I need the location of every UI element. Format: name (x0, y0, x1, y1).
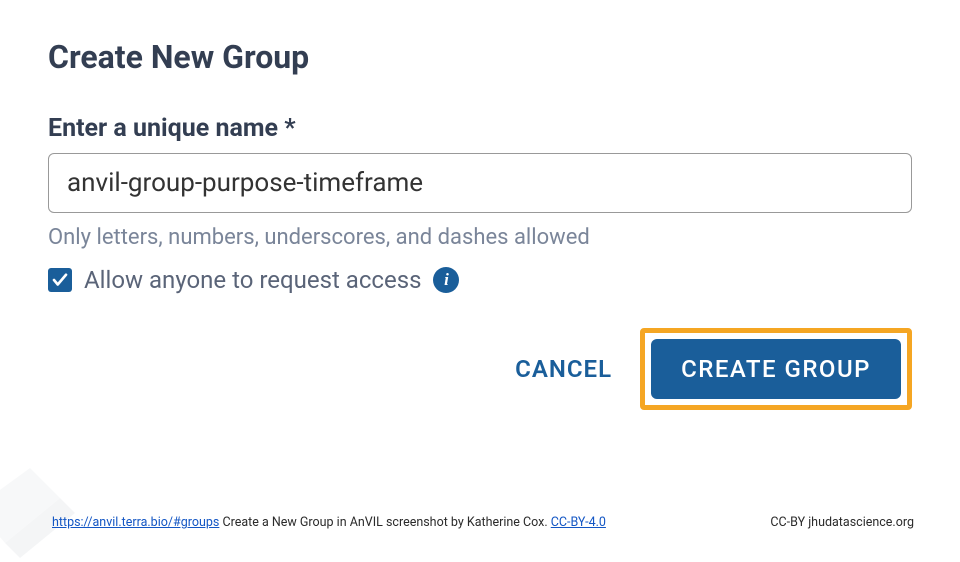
allow-request-access-row: Allow anyone to request access i (48, 266, 912, 294)
attribution-left: https://anvil.terra.bio/#groups Create a… (52, 515, 606, 530)
check-icon (51, 271, 69, 289)
cancel-button[interactable]: CANCEL (515, 355, 612, 383)
source-link[interactable]: https://anvil.terra.bio/#groups (52, 515, 219, 530)
dialog-title: Create New Group (48, 38, 912, 76)
group-name-input[interactable] (48, 153, 912, 213)
license-link[interactable]: CC-BY-4.0 (551, 515, 606, 530)
attribution-footer: https://anvil.terra.bio/#groups Create a… (0, 515, 960, 530)
create-button-highlight: CREATE GROUP (640, 328, 912, 410)
attribution-right: CC-BY jhudatascience.org (770, 515, 914, 530)
info-icon[interactable]: i (433, 267, 459, 293)
attribution-caption: Create a New Group in AnVIL screenshot b… (219, 515, 550, 530)
name-field-hint: Only letters, numbers, underscores, and … (48, 225, 912, 250)
allow-request-access-label: Allow anyone to request access (84, 266, 421, 294)
dialog-buttons: CANCEL CREATE GROUP (48, 328, 912, 410)
corner-decoration (0, 468, 75, 558)
name-field-label: Enter a unique name * (48, 114, 912, 143)
allow-request-access-checkbox[interactable] (48, 268, 72, 292)
create-group-button[interactable]: CREATE GROUP (651, 339, 901, 399)
create-group-dialog: Create New Group Enter a unique name * O… (0, 0, 960, 410)
